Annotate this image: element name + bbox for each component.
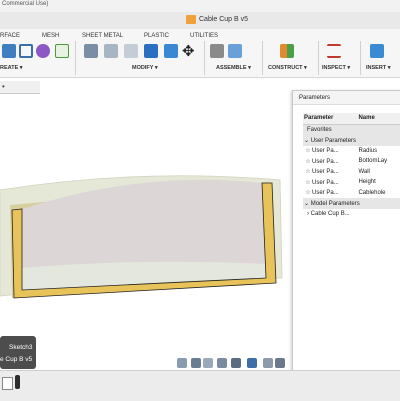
- timeline-bar: [0, 370, 400, 401]
- new-component-icon[interactable]: [210, 44, 224, 58]
- model-section-view[interactable]: [0, 150, 285, 300]
- joint-icon[interactable]: [228, 44, 242, 58]
- license-text: Commercial Use): [2, 1, 49, 7]
- push-pull-icon[interactable]: [84, 44, 98, 58]
- table-row[interactable]: ☆User Pa... Height: [303, 177, 400, 188]
- toolbar-separator: [360, 41, 361, 75]
- table-row[interactable]: ☆User Pa... BottomLay: [303, 156, 400, 167]
- tab-mesh[interactable]: MESH: [42, 33, 59, 39]
- orbit-icon[interactable]: [177, 358, 187, 368]
- timeline-pin-icon[interactable]: [15, 375, 20, 389]
- column-parameter[interactable]: Parameter: [303, 113, 358, 125]
- toolbar-separator: [262, 41, 263, 75]
- grid-icon[interactable]: [263, 358, 273, 368]
- row-name[interactable]: BottomLay: [357, 156, 400, 167]
- pan-icon[interactable]: [203, 358, 213, 368]
- construct-menu[interactable]: CONSTRUCT ▾: [268, 65, 307, 71]
- display-icon[interactable]: [247, 358, 257, 368]
- timeline-tooltip: Sketch3 e Cup B v5: [0, 336, 36, 369]
- table-header: Parameter Name: [303, 113, 400, 125]
- tab-utilities[interactable]: UTILITIES: [190, 33, 218, 39]
- move-icon[interactable]: ✥: [182, 42, 195, 60]
- look-at-icon[interactable]: [191, 358, 201, 368]
- document-icon: [186, 15, 196, 24]
- row-type: User Pa...: [312, 190, 339, 197]
- fillet-icon[interactable]: [104, 44, 118, 58]
- create-form-icon[interactable]: [2, 44, 16, 58]
- toolbar-separator: [318, 41, 319, 75]
- tab-surface[interactable]: RFACE: [0, 33, 20, 39]
- parameters-table: Parameter Name Favorites ⌄ User Paramete…: [303, 113, 400, 219]
- tab-plastic[interactable]: PLASTIC: [144, 33, 169, 39]
- row-name[interactable]: Wall: [357, 167, 400, 178]
- row-name[interactable]: Cablehole: [357, 188, 400, 199]
- model-parameters-group[interactable]: ⌄ Model Parameters: [303, 198, 400, 209]
- favorites-row[interactable]: Favorites: [303, 124, 400, 135]
- tab-sheet-metal[interactable]: SHEET METAL: [82, 33, 123, 39]
- chamfer-icon[interactable]: [124, 44, 138, 58]
- table-row[interactable]: ☆User Pa... Radius: [303, 146, 400, 157]
- modify-menu[interactable]: MODIFY ▾: [132, 65, 158, 71]
- expand-icon[interactable]: ›: [307, 211, 309, 217]
- edit-form-icon[interactable]: [19, 44, 33, 58]
- measure-icon[interactable]: [327, 44, 341, 58]
- row-name[interactable]: Radius: [357, 146, 400, 157]
- offset-plane-icon[interactable]: [280, 44, 294, 58]
- row-type: User Pa...: [312, 169, 339, 176]
- shell-icon[interactable]: [144, 44, 158, 58]
- parameters-title: Parameters: [293, 91, 400, 105]
- row-type: User Pa...: [312, 148, 339, 155]
- collapse-icon[interactable]: •: [2, 82, 5, 91]
- document-title[interactable]: Cable Cup B v5: [199, 16, 248, 23]
- zoom-window-icon[interactable]: [231, 358, 241, 368]
- inspect-menu[interactable]: INSPECT ▾: [322, 65, 350, 71]
- add-icon[interactable]: [55, 44, 69, 58]
- navigation-bar: [175, 356, 285, 370]
- tooltip-title: Sketch3: [9, 344, 33, 351]
- tooltip-subtitle: e Cup B v5: [0, 356, 33, 363]
- zoom-icon[interactable]: [217, 358, 227, 368]
- row-name[interactable]: Height: [357, 177, 400, 188]
- star-icon[interactable]: ☆: [304, 179, 312, 186]
- table-row[interactable]: › Cable Cup B...: [303, 209, 400, 220]
- browser-panel-collapsed[interactable]: •: [0, 81, 40, 94]
- combine-icon[interactable]: [164, 44, 178, 58]
- toolbar-separator: [75, 41, 76, 75]
- user-parameters-label: User Parameters: [310, 137, 357, 144]
- create-menu[interactable]: REATE ▾: [0, 65, 23, 71]
- assemble-menu[interactable]: ASSEMBLE ▾: [216, 65, 251, 71]
- table-row[interactable]: ☆User Pa... Wall: [303, 167, 400, 178]
- star-icon[interactable]: ☆: [304, 147, 312, 154]
- column-name[interactable]: Name: [357, 113, 400, 125]
- star-icon[interactable]: ☆: [304, 189, 312, 196]
- collapse-icon[interactable]: ⌄: [304, 201, 309, 207]
- model-row-name: Cable Cup B...: [310, 210, 350, 217]
- timeline-sketch-icon[interactable]: [2, 377, 13, 390]
- star-icon[interactable]: ☆: [304, 168, 312, 175]
- insert-image-icon[interactable]: [370, 44, 384, 58]
- user-parameters-group[interactable]: ⌄ User Parameters: [303, 135, 400, 146]
- model-parameters-label: Model Parameters: [310, 200, 360, 207]
- row-type: User Pa...: [312, 158, 339, 165]
- mesh-icon[interactable]: [36, 44, 50, 58]
- star-icon[interactable]: ☆: [304, 158, 312, 165]
- ribbon-toolbar: RFACE MESH SHEET METAL PLASTIC UTILITIES…: [0, 29, 400, 78]
- toolbar-separator: [204, 41, 205, 75]
- viewport-icon[interactable]: [275, 358, 285, 368]
- table-row[interactable]: ☆User Pa... Cablehole: [303, 188, 400, 199]
- parameters-dialog: Parameters Parameter Name Favorites ⌄ Us…: [292, 90, 400, 380]
- collapse-icon[interactable]: ⌄: [304, 138, 309, 144]
- title-bar: Commercial Use): [0, 0, 400, 12]
- insert-menu[interactable]: INSERT ▾: [366, 65, 390, 71]
- favorites-label: Favorites: [303, 124, 400, 135]
- document-tab-bar: Cable Cup B v5: [0, 12, 400, 30]
- row-type: User Pa...: [312, 179, 339, 186]
